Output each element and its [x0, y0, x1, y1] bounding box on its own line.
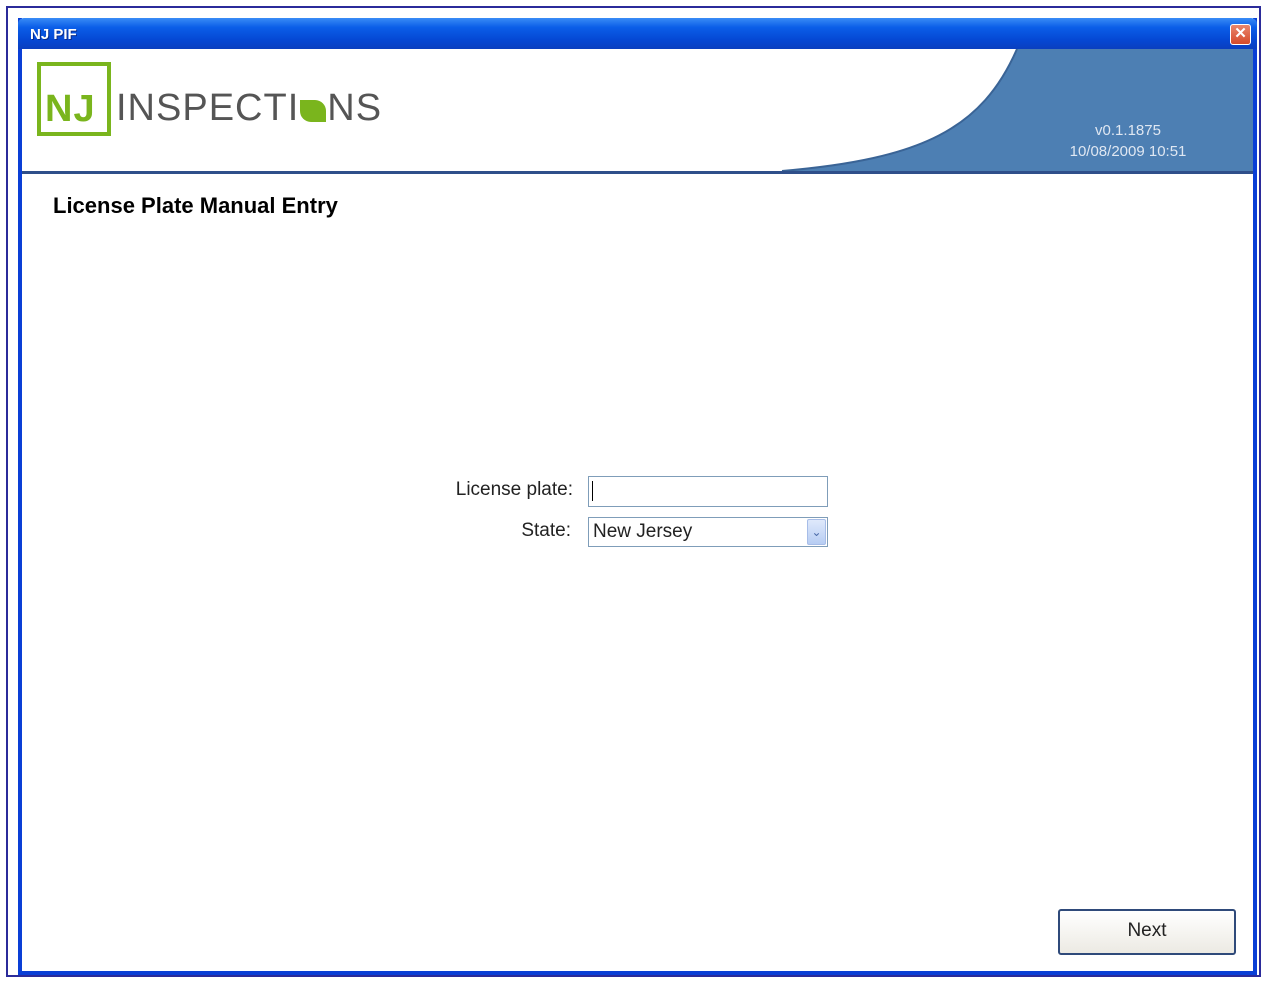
close-button[interactable]: ✕ [1230, 24, 1251, 45]
logo-wordmark: INSPECTI NS [116, 88, 382, 128]
window-title: NJ PIF [30, 26, 77, 43]
text-caret [592, 481, 593, 501]
leaf-icon [300, 100, 327, 122]
logo-word-post: NS [327, 87, 383, 129]
logo-word-pre: INSPECTI [116, 87, 300, 129]
license-plate-label: License plate: [455, 479, 573, 500]
version-info: v0.1.1875 10/08/2009 10:51 [1050, 120, 1206, 162]
close-icon: ✕ [1234, 25, 1247, 42]
title-bar[interactable] [18, 18, 1257, 49]
timestamp: 10/08/2009 10:51 [1069, 143, 1187, 160]
next-button[interactable]: Next [1058, 909, 1236, 955]
logo-nj: NJ [45, 88, 96, 130]
chevron-down-icon[interactable]: ⌄ [807, 519, 826, 545]
page-title: License Plate Manual Entry [53, 193, 338, 218]
version-number: v0.1.1875 [1095, 122, 1161, 139]
state-label: State: [521, 520, 571, 541]
state-select[interactable]: New Jersey ⌄ [588, 517, 828, 547]
state-selected-value: New Jersey [593, 521, 693, 542]
license-plate-input[interactable] [588, 476, 828, 507]
